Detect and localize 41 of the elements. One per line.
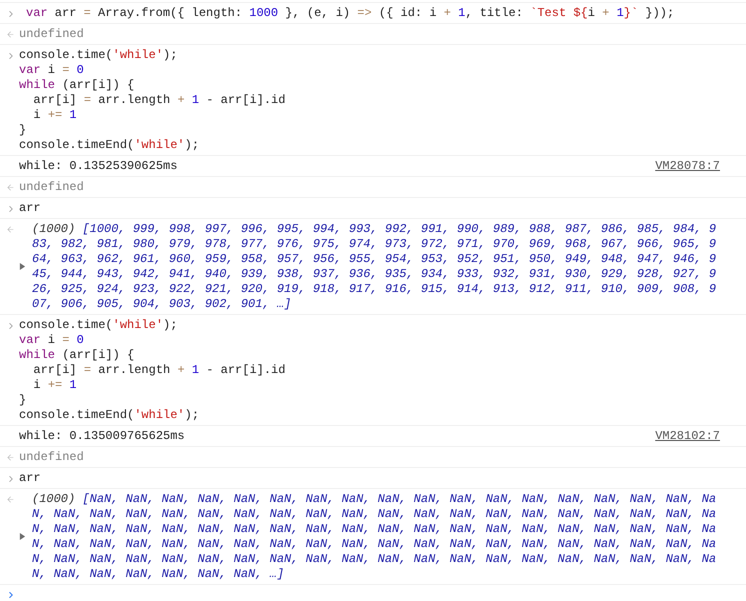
source-link[interactable]: VM28078:7 bbox=[655, 158, 720, 174]
code-line: arr bbox=[19, 470, 41, 486]
code-line: arr[i] = arr.length + 1 - arr[i].id bbox=[32, 92, 286, 108]
code-line: i += 1 bbox=[32, 378, 77, 392]
result-arrow-icon bbox=[6, 494, 15, 504]
code-line: console.time('while'); bbox=[19, 318, 178, 332]
array-preview-line: N, NaN, NaN, NaN, NaN, NaN, NaN, NaN, NaN, NaN, NaN, NaN, NaN, NaN, NaN, NaN, NaN, NaN, NaN, Na bbox=[32, 506, 716, 522]
log-message: while: 0.13525390625ms bbox=[19, 158, 178, 174]
source-link[interactable]: VM28102:7 bbox=[655, 428, 720, 444]
code-line: } bbox=[19, 122, 26, 138]
result-text: undefined bbox=[19, 26, 84, 42]
result-arrow-icon bbox=[6, 452, 15, 462]
code-line: var arr = Array.from({ length: 1000 }, (e, i) => ({ id: i + 1, title: `Test ${i + 1}` })); bbox=[26, 6, 674, 20]
code-line: arr[i] = arr.length + 1 - arr[i].id bbox=[32, 362, 286, 378]
array-preview-line: 07, 906, 905, 904, 903, 902, 901, …] bbox=[32, 296, 292, 312]
code-line: var i = 0 bbox=[19, 62, 84, 78]
array-preview-line: N, NaN, NaN, NaN, NaN, NaN, NaN, NaN, NaN, NaN, NaN, NaN, NaN, NaN, NaN, NaN, NaN, NaN, NaN, Na bbox=[32, 522, 716, 536]
code-line: i += 1 bbox=[32, 108, 77, 122]
array-preview-line: 26, 925, 924, 923, 922, 921, 920, 919, 918, 917, 916, 915, 914, 913, 912, 911, 910, 909, 908, 9 bbox=[32, 282, 716, 296]
array-preview-line: N, NaN, NaN, NaN, NaN, NaN, NaN, …] bbox=[32, 566, 284, 582]
array-preview-line: (1000) [1000, 999, 998, 997, 996, 995, 994, 993, 992, 991, 990, 989, 988, 987, 986, 985, 984, 9 bbox=[32, 222, 716, 236]
array-preview-line: N, NaN, NaN, NaN, NaN, NaN, NaN, NaN, NaN, NaN, NaN, NaN, NaN, NaN, NaN, NaN, NaN, NaN, NaN, Na bbox=[32, 552, 716, 566]
log-message: while: 0.135009765625ms bbox=[19, 428, 185, 444]
result-arrow-icon bbox=[6, 182, 15, 192]
code-line: console.time('while'); bbox=[19, 48, 178, 62]
array-preview-line: 45, 944, 943, 942, 941, 940, 939, 938, 937, 936, 935, 934, 933, 932, 931, 930, 929, 928, 927, 9 bbox=[32, 266, 716, 282]
code-line: while (arr[i]) { bbox=[19, 348, 134, 362]
code-line: var i = 0 bbox=[19, 332, 84, 348]
result-text: undefined bbox=[19, 450, 84, 464]
result-text: undefined bbox=[19, 180, 84, 194]
array-preview-line: 83, 982, 981, 980, 979, 978, 977, 976, 975, 974, 973, 972, 971, 970, 969, 968, 967, 966, 965, 9 bbox=[32, 236, 716, 252]
code-line: console.timeEnd('while'); bbox=[19, 408, 200, 422]
code-line: console.timeEnd('while'); bbox=[19, 138, 200, 152]
code-line: while (arr[i]) { bbox=[19, 78, 134, 92]
result-arrow-icon bbox=[6, 224, 15, 234]
result-arrow-icon bbox=[6, 30, 15, 38]
array-preview-line: (1000) [NaN, NaN, NaN, NaN, NaN, NaN, NaN, NaN, NaN, NaN, NaN, NaN, NaN, NaN, NaN, NaN, NaN, Na bbox=[32, 492, 716, 506]
code-line: arr bbox=[19, 200, 41, 216]
array-preview-line: N, NaN, NaN, NaN, NaN, NaN, NaN, NaN, NaN, NaN, NaN, NaN, NaN, NaN, NaN, NaN, NaN, NaN, NaN, Na bbox=[32, 536, 716, 552]
code-line: } bbox=[19, 392, 26, 408]
array-preview-line: 64, 963, 962, 961, 960, 959, 958, 957, 956, 955, 954, 953, 952, 951, 950, 949, 948, 947, 946, 9 bbox=[32, 252, 716, 266]
